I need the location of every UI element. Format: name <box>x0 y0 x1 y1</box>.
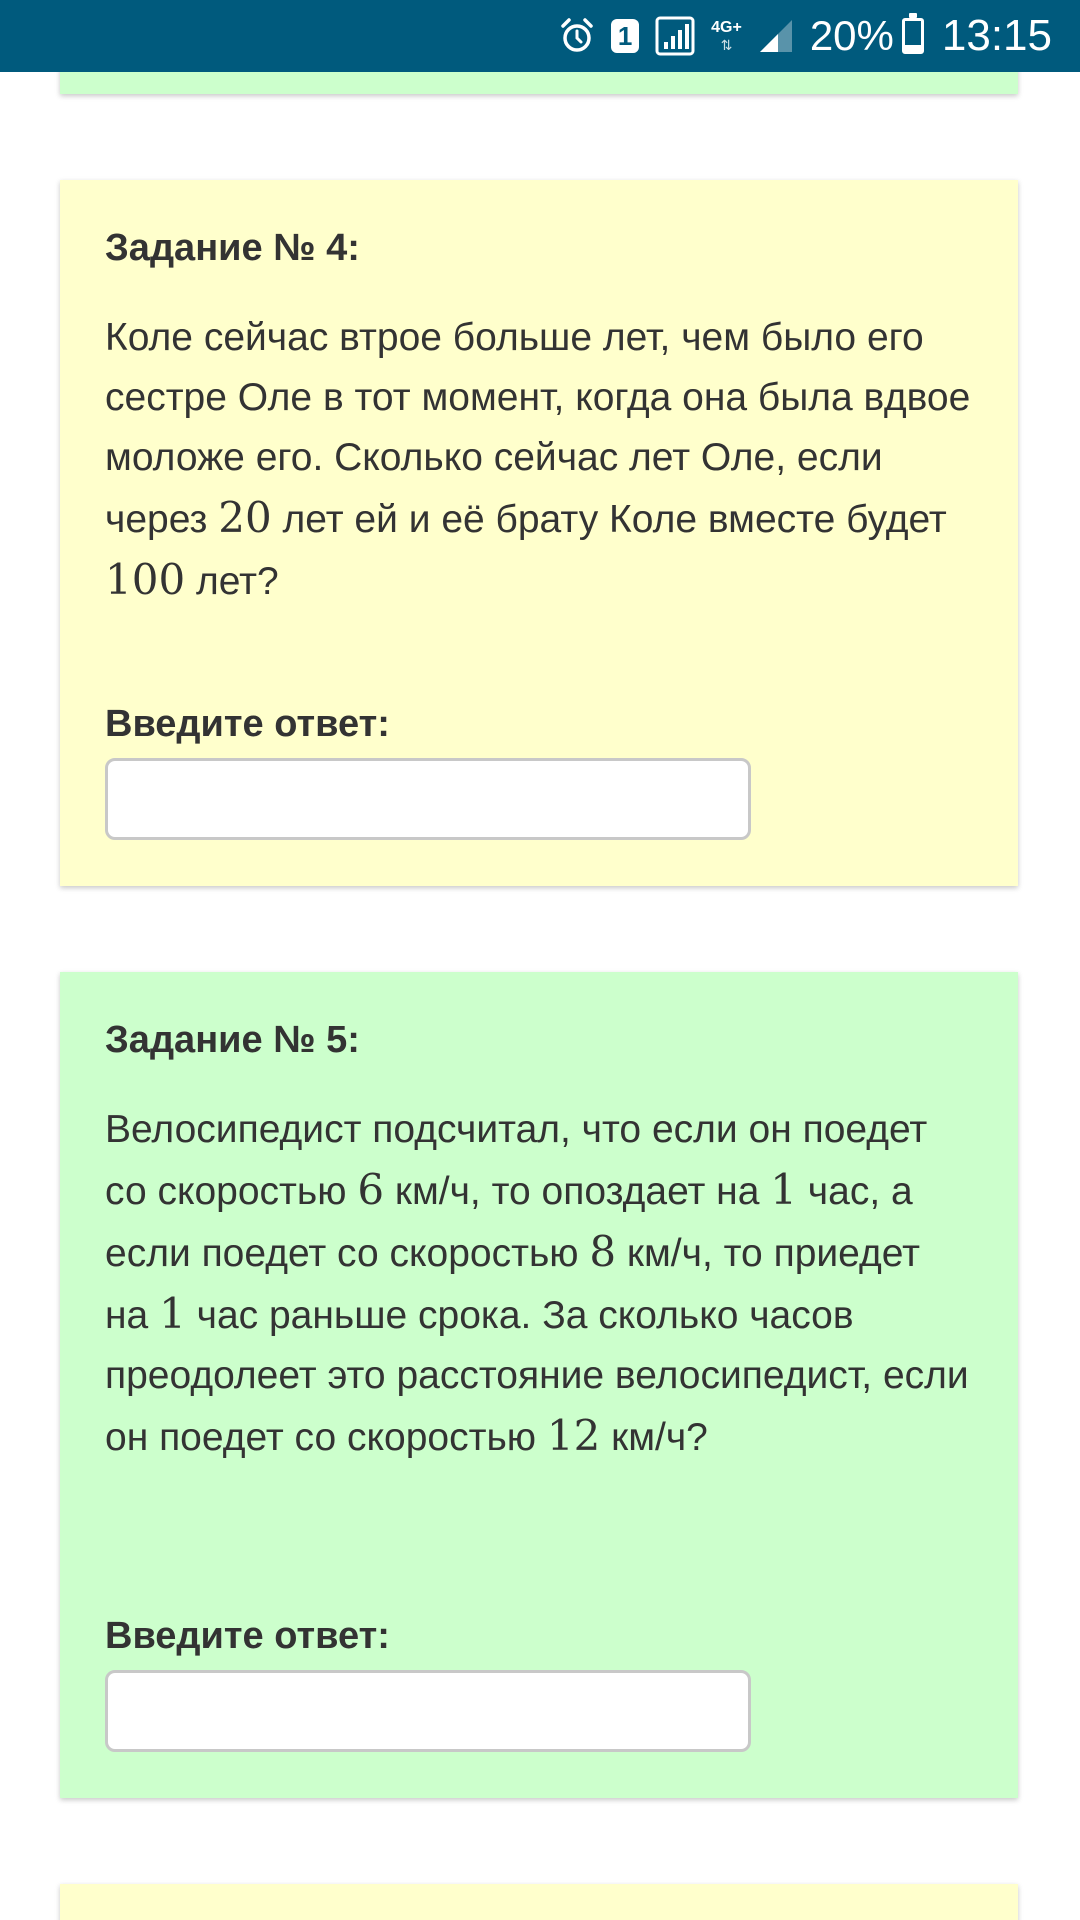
signal-bars-icon <box>655 16 695 56</box>
battery-percent: 20% <box>809 12 894 59</box>
answer-input-task-4[interactable] <box>105 758 751 840</box>
task-card-5: Задание № 5: Велосипедист подсчитал, что… <box>60 972 1018 1798</box>
battery-icon <box>901 13 924 54</box>
task-text: Велосипедист подсчитал, что если он поед… <box>105 1100 973 1468</box>
status-bar: 1 4G+ ⇅ 20% 13:15 <box>0 0 1080 72</box>
task-number: 6 <box>357 1164 385 1214</box>
task-text-part: лет ей и её брату Коле вместе будет <box>271 497 947 541</box>
sim-card-icon: 1 <box>611 19 640 53</box>
answer-label: Введите ответ: <box>105 1615 390 1657</box>
task-number: 100 <box>105 554 186 604</box>
battery-fill <box>904 45 921 51</box>
task-number: 12 <box>546 1410 601 1460</box>
task-title: Задание № 4: <box>105 227 360 269</box>
task-title: Задание № 5: <box>105 1019 360 1061</box>
task-text-part: км/ч? <box>600 1415 708 1459</box>
task-card-4: Задание № 4: Коле сейчас втрое больше ле… <box>60 180 1018 886</box>
answer-label: Введите ответ: <box>105 703 390 745</box>
task-number: 8 <box>589 1226 617 1276</box>
sim-slot-number: 1 <box>617 20 633 51</box>
task-card-next <box>60 1884 1018 1920</box>
clock-time: 13:15 <box>941 11 1052 60</box>
network-type-label: 4G+ <box>711 19 742 36</box>
task-text-part: лет? <box>185 559 279 603</box>
network-type-indicator: 4G+ ⇅ <box>711 19 742 53</box>
task-text-part: час раньше срока. За сколько часов преод… <box>105 1293 969 1459</box>
data-arrows-icon: ⇅ <box>720 37 733 53</box>
alarm-clock-icon <box>559 17 595 55</box>
page: 1 4G+ ⇅ 20% 13:15 Задание № 4: Коле сейч… <box>0 0 1080 1920</box>
task-number: 1 <box>770 1164 797 1214</box>
task-text: Коле сейчас втрое больше лет, чем было е… <box>105 308 973 612</box>
cell-signal-icon <box>758 18 794 54</box>
task-number: 20 <box>218 492 272 542</box>
task-text-part: км/ч, то опоздает на <box>384 1169 771 1213</box>
answer-input-task-5[interactable] <box>105 1670 751 1752</box>
task-number: 1 <box>159 1288 186 1338</box>
